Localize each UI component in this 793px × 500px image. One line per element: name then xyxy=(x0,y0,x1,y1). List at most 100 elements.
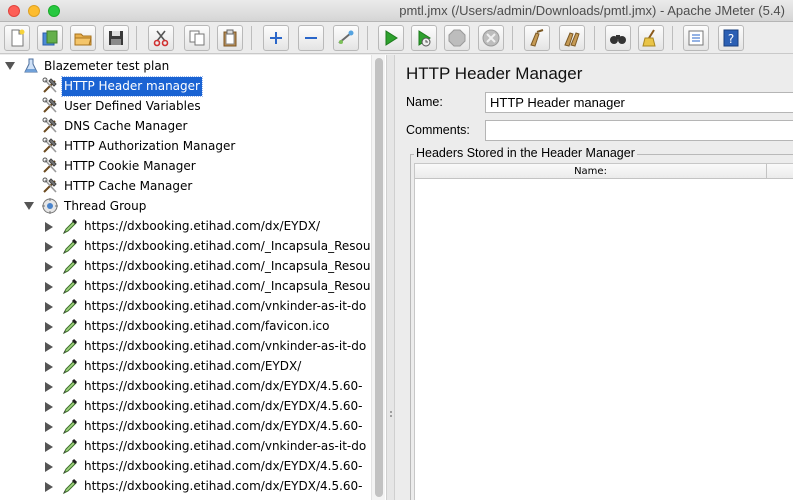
tree-node-http-sampler[interactable]: https://dxbooking.etihad.com/favicon.ico xyxy=(0,316,370,336)
start-button[interactable] xyxy=(378,25,404,51)
tree-node-config-element[interactable]: HTTP Cache Manager xyxy=(0,176,370,196)
page-title: HTTP Header Manager xyxy=(406,64,583,83)
panel-splitter[interactable] xyxy=(386,55,395,500)
cut-button[interactable] xyxy=(148,25,174,51)
name-field[interactable]: HTTP Header manager xyxy=(485,92,793,113)
http-sampler-icon xyxy=(61,297,79,315)
expand-arrow-icon[interactable] xyxy=(45,236,55,256)
tree-node-label: DNS Cache Manager xyxy=(64,119,188,133)
expand-arrow-icon[interactable] xyxy=(45,416,55,436)
name-label: Name: xyxy=(406,95,443,109)
toggle-button[interactable] xyxy=(333,25,359,51)
expand-arrow-icon[interactable] xyxy=(45,276,55,296)
tree-node-label: Thread Group xyxy=(64,199,147,213)
reset-search-button[interactable] xyxy=(638,25,664,51)
expand-arrow-icon[interactable] xyxy=(45,456,55,476)
copy-button[interactable] xyxy=(184,25,210,51)
expand-arrow-icon[interactable] xyxy=(45,376,55,396)
save-icon xyxy=(109,31,123,45)
tree-node-label: https://dxbooking.etihad.com/vnkinder-as… xyxy=(84,299,367,313)
collapse-all-button[interactable] xyxy=(298,25,324,51)
stop-icon xyxy=(448,29,466,47)
tree-node-http-sampler[interactable]: https://dxbooking.etihad.com/dx/EYDX/4.5… xyxy=(0,376,370,396)
tree-node-http-sampler[interactable]: https://dxbooking.etihad.com/dx/EYDX/4.5… xyxy=(0,416,370,436)
expand-all-button[interactable] xyxy=(263,25,289,51)
clear-button[interactable] xyxy=(524,25,550,51)
config-element-icon xyxy=(41,97,59,115)
expand-arrow-icon[interactable] xyxy=(45,296,55,316)
clear-icon xyxy=(530,29,544,47)
headers-table[interactable]: Name: xyxy=(414,163,793,500)
toolbar: ? xyxy=(0,22,793,54)
comments-label: Comments: xyxy=(406,123,470,137)
tree-node-http-sampler[interactable]: https://dxbooking.etihad.com/vnkinder-as… xyxy=(0,436,370,456)
tree-node-config-element[interactable]: DNS Cache Manager xyxy=(0,116,370,136)
tree-node-http-sampler[interactable]: https://dxbooking.etihad.com/dx/EYDX/4.5… xyxy=(0,456,370,476)
column-header-name[interactable]: Name: xyxy=(415,164,767,179)
expand-arrow-icon[interactable] xyxy=(45,396,55,416)
http-sampler-icon xyxy=(61,377,79,395)
shutdown-button[interactable] xyxy=(478,25,504,51)
start-no-timers-button[interactable] xyxy=(411,25,437,51)
expand-arrow-icon[interactable] xyxy=(45,256,55,276)
tree-node-config-element[interactable]: User Defined Variables xyxy=(0,96,370,116)
http-sampler-icon xyxy=(61,317,79,335)
tree-node-config-element[interactable]: HTTP Cookie Manager xyxy=(0,156,370,176)
http-sampler-icon xyxy=(61,277,79,295)
expand-arrow-icon[interactable] xyxy=(45,356,55,376)
tree-node-http-sampler[interactable]: https://dxbooking.etihad.com/vnkinder-as… xyxy=(0,336,370,356)
stop-button[interactable] xyxy=(444,25,470,51)
expand-arrow-icon[interactable] xyxy=(45,316,55,336)
tree-node-thread-group[interactable]: Thread Group xyxy=(0,196,370,216)
tree-node-label: https://dxbooking.etihad.com/vnkinder-as… xyxy=(84,339,367,353)
new-icon xyxy=(11,29,25,47)
tree-node-http-sampler[interactable]: https://dxbooking.etihad.com/_Incapsula_… xyxy=(0,256,375,276)
config-element-icon xyxy=(41,77,59,95)
tree-node-label: https://dxbooking.etihad.com/dx/EYDX/4.5… xyxy=(84,479,363,493)
expand-arrow-icon[interactable] xyxy=(45,476,55,496)
config-element-icon xyxy=(41,157,59,175)
tree-node-http-sampler[interactable]: https://dxbooking.etihad.com/dx/EYDX/4.5… xyxy=(0,396,370,416)
new-button[interactable] xyxy=(4,25,30,51)
expand-arrow-icon[interactable] xyxy=(45,336,55,356)
http-sampler-icon xyxy=(61,437,79,455)
collapse-icon xyxy=(305,37,317,39)
tree-node-http-sampler[interactable]: https://dxbooking.etihad.com/vnkinder-as… xyxy=(0,296,370,316)
templates-button[interactable] xyxy=(37,25,63,51)
search-icon xyxy=(610,35,626,44)
tree-node-config-element[interactable]: HTTP Authorization Manager xyxy=(0,136,370,156)
open-icon xyxy=(74,33,92,46)
clear-all-button[interactable] xyxy=(559,25,585,51)
templates-icon xyxy=(42,30,58,46)
tree-node-http-sampler[interactable]: https://dxbooking.etihad.com/EYDX/ xyxy=(0,356,370,376)
start-icon xyxy=(385,30,398,46)
function-helper-button[interactable] xyxy=(683,25,709,51)
tree-node-config-element[interactable]: HTTP Header manager xyxy=(0,76,370,97)
help-icon: ? xyxy=(723,29,739,47)
window-title: pmtl.jmx (/Users/admin/Downloads/pmtl.jm… xyxy=(399,3,785,18)
tree-node-http-sampler[interactable]: https://dxbooking.etihad.com/_Incapsula_… xyxy=(0,236,375,256)
search-button[interactable] xyxy=(605,25,631,51)
tree-node-test-plan[interactable]: Blazemeter test plan xyxy=(0,56,370,76)
tree-scrollbar[interactable] xyxy=(371,55,385,500)
collapse-arrow-icon[interactable] xyxy=(5,56,15,76)
tree-node-http-sampler[interactable]: https://dxbooking.etihad.com/dx/EYDX/4.5… xyxy=(0,476,370,496)
tree-node-http-sampler[interactable]: https://dxbooking.etihad.com/dx/EYDX/ xyxy=(0,216,370,236)
expand-arrow-icon[interactable] xyxy=(45,216,55,236)
save-button[interactable] xyxy=(103,25,129,51)
http-sampler-icon xyxy=(61,257,79,275)
collapse-arrow-icon[interactable] xyxy=(24,196,34,216)
paste-button[interactable] xyxy=(217,25,243,51)
tree-node-label: https://dxbooking.etihad.com/favicon.ico xyxy=(84,319,330,333)
tree-scrollbar-thumb[interactable] xyxy=(375,58,383,497)
config-element-icon xyxy=(41,137,59,155)
tree-node-http-sampler[interactable]: https://dxbooking.etihad.com/_Incapsula_… xyxy=(0,276,375,296)
comments-field[interactable] xyxy=(485,120,793,141)
expand-arrow-icon[interactable] xyxy=(45,436,55,456)
help-button[interactable]: ? xyxy=(718,25,744,51)
open-button[interactable] xyxy=(70,25,96,51)
test-plan-tree[interactable]: Blazemeter test plan HTTP Header manager… xyxy=(0,55,387,500)
tree-node-label: https://dxbooking.etihad.com/dx/EYDX/4.5… xyxy=(84,379,363,393)
table-header: Name: xyxy=(415,164,793,179)
tree-node-label: https://dxbooking.etihad.com/_Incapsula_… xyxy=(84,259,376,273)
